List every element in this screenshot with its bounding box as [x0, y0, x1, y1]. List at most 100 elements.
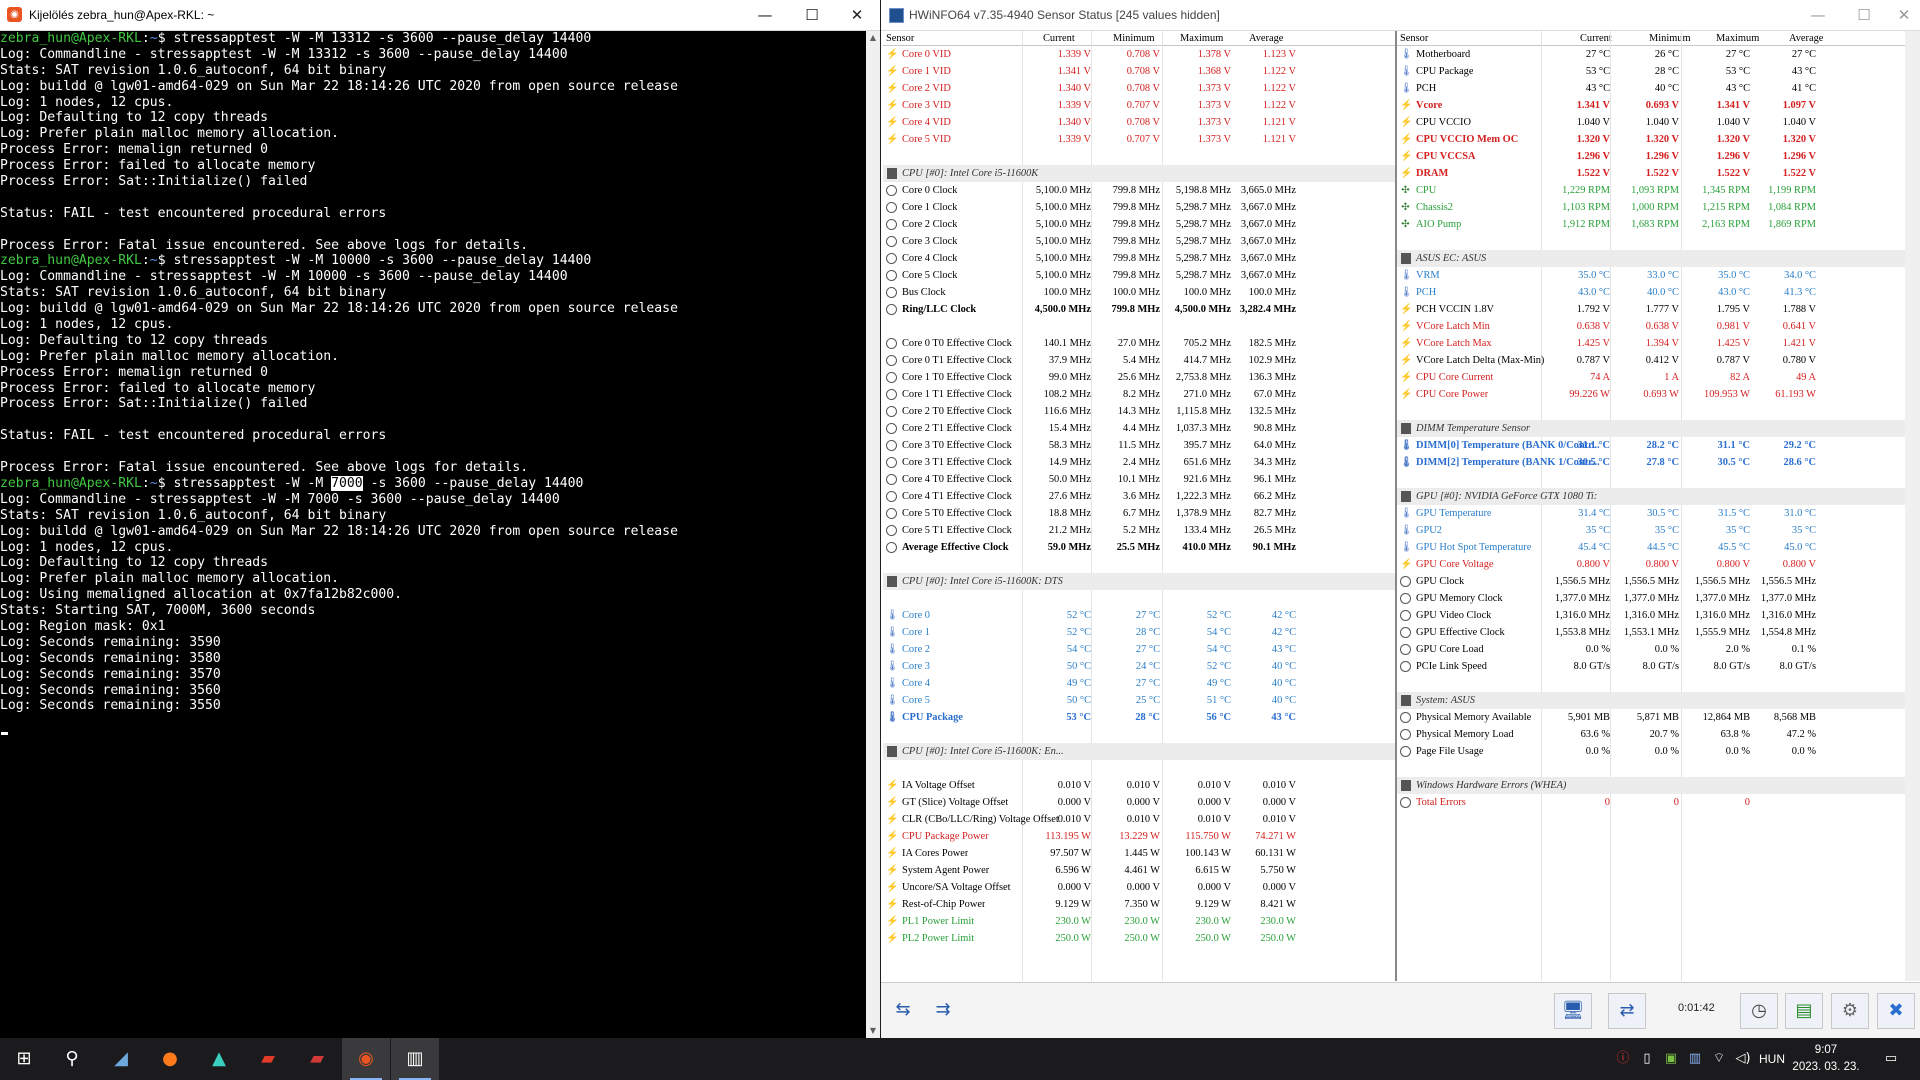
sensor-row[interactable]: Core 0 T0 Effective Clock 140.1 MHz 27.0 M… — [883, 335, 1395, 352]
sensor-row[interactable]: 🌡 Core 0 52 °C 27 °C 52 °C 42 °C — [883, 607, 1395, 624]
notification-icon[interactable]: ▭ — [1876, 1038, 1906, 1080]
sensor-row[interactable]: ⚡ VCore Latch Delta (Max-Min) 0.787 V 0.412… — [1397, 352, 1905, 369]
terminal-scrollbar[interactable]: ▲ ▼ — [866, 31, 880, 1038]
column-header-average[interactable]: Average — [1789, 33, 1823, 44]
column-header-maximum[interactable]: Maximum — [1180, 33, 1223, 44]
search-icon[interactable]: ⚲ — [48, 1038, 96, 1080]
sensor-row[interactable]: 🌡 Core 3 50 °C 24 °C 52 °C 40 °C — [883, 658, 1395, 675]
settings-gear-icon[interactable]: ⚙ — [1831, 993, 1869, 1029]
app-icon-4[interactable]: ▰ — [293, 1038, 341, 1080]
volume-icon[interactable]: ◁) — [1732, 1038, 1754, 1080]
sensor-pane-left[interactable]: Sensor Current Minimum Maximum Average ⚡ Core … — [883, 31, 1397, 981]
hwinfo-window[interactable]: HWiNFO64 v7.35-4940 Sensor Status [245 v… — [881, 0, 1920, 1039]
sensor-row[interactable]: ⚡ CPU Core Power 99.226 W 0.693 W 109.953 W6… — [1397, 386, 1905, 403]
sensor-row[interactable]: ⚡ Core 5 VID 1.339 V 0.707 V 1.373 V 1.121 V — [883, 131, 1395, 148]
sensor-row[interactable]: Core 0 Clock 5,100.0 MHz 799.8 MHz 5,198.8 … — [883, 182, 1395, 199]
column-header-maximum[interactable]: Maximum — [1716, 33, 1759, 44]
sensor-row[interactable]: ✣ AIO Pump 1,912 RPM 1,683 RPM 2,163 RPM 1,86… — [1397, 216, 1905, 233]
sensor-row[interactable]: ⚡ System Agent Power 6.596 W 4.461 W 6.615 W… — [883, 862, 1395, 879]
network-monitor-icon[interactable]: 🖥 — [1554, 993, 1592, 1029]
sensor-row[interactable]: ⚡ Vcore 1.341 V 0.693 V 1.341 V 1.097 V — [1397, 97, 1905, 114]
sensor-row[interactable]: ⚡ CPU Core Current 74 A1 A 82 A 49 A — [1397, 369, 1905, 386]
hwinfo-titlebar[interactable]: HWiNFO64 v7.35-4940 Sensor Status [245 v… — [881, 0, 1920, 31]
sensor-row[interactable]: 🌡 DIMM[2] Temperature (BANK 1/Contr... 30.… — [1397, 454, 1905, 471]
firefox-icon[interactable]: ● — [146, 1038, 194, 1080]
sensor-row[interactable]: ⚡ Core 1 VID 1.341 V 0.708 V 1.368 V 1.122 V — [883, 63, 1395, 80]
column-header-sensor[interactable]: Sensor — [1400, 33, 1428, 44]
column-header-minimum[interactable]: Minimum — [1113, 33, 1155, 44]
sensor-row[interactable]: Core 3 Clock 5,100.0 MHz 799.8 MHz 5,298.7 … — [883, 233, 1395, 250]
alert-icon[interactable]: ⓘ — [1612, 1038, 1634, 1080]
sensor-row[interactable]: Total Errors 0 0 0 — [1397, 794, 1905, 811]
sensor-row[interactable]: PCIe Link Speed 8.0 GT/s 8.0 GT/s 8.0 GT/s 8… — [1397, 658, 1905, 675]
terminal-output[interactable]: zebra_hun@Apex-RKL:~$ stressapptest -W -… — [0, 31, 866, 1038]
sensor-row[interactable]: ⚡ GPU Core Voltage 0.800 V 0.800 V 0.800 V 0.… — [1397, 556, 1905, 573]
sensor-row[interactable]: ⚡ VCore Latch Max 1.425 V 1.394 V 1.425 V 1.4… — [1397, 335, 1905, 352]
sensor-row[interactable]: Core 1 T0 Effective Clock 99.0 MHz 25.6 MH… — [883, 369, 1395, 386]
sensor-row[interactable]: ⚡ CPU Package Power 113.195 W 13.229 W 115.7… — [883, 828, 1395, 845]
sensor-row[interactable]: 🌡 Core 5 50 °C 25 °C 51 °C 40 °C — [883, 692, 1395, 709]
close-button[interactable]: ✕ — [1881, 0, 1920, 30]
sensor-row[interactable]: Core 4 T1 Effective Clock 27.6 MHz 3.6 MHz… — [883, 488, 1395, 505]
sensor-group-header[interactable]: CPU [#0]: Intel Core i5-11600K: En... — [883, 743, 1395, 760]
sensor-row[interactable]: Core 1 T1 Effective Clock 108.2 MHz 8.2 MH… — [883, 386, 1395, 403]
column-header-minimum[interactable]: Minimum — [1649, 33, 1691, 44]
sensor-row[interactable]: Average Effective Clock 59.0 MHz 25.5 MHz 4… — [883, 539, 1395, 556]
ubuntu-terminal-icon[interactable]: ◉ — [342, 1038, 390, 1080]
sensor-row[interactable]: Physical Memory Available 5,901 MB 5,871 M… — [1397, 709, 1905, 726]
sensor-row[interactable]: ⚡ PL1 Power Limit 230.0 W 230.0 W 230.0 W 230… — [883, 913, 1395, 930]
sensor-row[interactable]: GPU Core Load 0.0 % 0.0 % 2.0 % 0.1 % — [1397, 641, 1905, 658]
sensor-row[interactable]: ⚡ Core 4 VID 1.340 V 0.708 V 1.373 V 1.121 V — [883, 114, 1395, 131]
sensor-row[interactable]: Core 1 Clock 5,100.0 MHz 799.8 MHz 5,298.7 … — [883, 199, 1395, 216]
sensor-row[interactable]: 🌡 Motherboard 27 °C 26 °C 27 °C 27 °C — [1397, 46, 1905, 63]
wifi-icon[interactable]: ⌔ — [1708, 1038, 1730, 1080]
sensor-row[interactable]: Core 5 T1 Effective Clock 21.2 MHz 5.2 MHz… — [883, 522, 1395, 539]
sensor-row[interactable]: ⚡ Core 0 VID 1.339 V 0.708 V 1.378 V 1.123 V — [883, 46, 1395, 63]
sensor-row[interactable]: GPU Effective Clock 1,553.8 MHz 1,553.1 MH… — [1397, 624, 1905, 641]
log-file-icon[interactable]: ▤ — [1785, 993, 1823, 1029]
sensor-row[interactable]: 🌡 GPU Temperature 31.4 °C 30.5 °C 31.5 °C 31.… — [1397, 505, 1905, 522]
sensor-row[interactable]: GPU Clock 1,556.5 MHz 1,556.5 MHz 1,556.5 M… — [1397, 573, 1905, 590]
sensor-row[interactable]: GPU Video Clock 1,316.0 MHz 1,316.0 MHz 1,3… — [1397, 607, 1905, 624]
close-button[interactable]: ✕ — [834, 0, 880, 30]
sensor-row[interactable]: Ring/LLC Clock 4,500.0 MHz 799.8 MHz 4,500.… — [883, 301, 1395, 318]
taskbar-clock[interactable]: 9:07 2023. 03. 23. — [1790, 1042, 1862, 1076]
sensor-row[interactable]: ⚡ DRAM 1.522 V 1.522 V 1.522 V 1.522 V — [1397, 165, 1905, 182]
scroll-down-icon[interactable]: ▼ — [866, 1024, 880, 1038]
sensor-row[interactable]: ⚡ CLR (CBo/LLC/Ring) Voltage Offset 0.010 … — [883, 811, 1395, 828]
sensor-row[interactable]: ⚡ GT (Slice) Voltage Offset 0.000 V 0.000 V… — [883, 794, 1395, 811]
column-header-current[interactable]: Current — [1043, 33, 1075, 44]
sensor-row[interactable]: Core 3 T0 Effective Clock 58.3 MHz 11.5 MH… — [883, 437, 1395, 454]
sensor-row[interactable]: 🌡 Core 4 49 °C 27 °C 49 °C 40 °C — [883, 675, 1395, 692]
terminal-titlebar[interactable]: ◉ Kijelölés zebra_hun@Apex-RKL: ~ — ☐ ✕ — [0, 0, 880, 31]
sensor-row[interactable]: ✣ Chassis2 1,103 RPM 1,000 RPM 1,215 RPM 1,08… — [1397, 199, 1905, 216]
sensor-group-header[interactable]: GPU [#0]: NVIDIA GeForce GTX 1080 Ti: — [1397, 488, 1905, 505]
clock-icon[interactable]: ◷ — [1740, 993, 1778, 1029]
network-icon[interactable]: ⇄ — [1608, 993, 1646, 1029]
column-header-sensor[interactable]: Sensor — [886, 33, 914, 44]
sensor-row[interactable]: Core 2 T1 Effective Clock 15.4 MHz 4.4 MHz… — [883, 420, 1395, 437]
app-icon-1[interactable]: ◢ — [97, 1038, 145, 1080]
sensor-row[interactable]: 🌡 CPU Package 53 °C 28 °C 53 °C 43 °C — [1397, 63, 1905, 80]
sensor-row[interactable]: Core 2 Clock 5,100.0 MHz 799.8 MHz 5,298.7 … — [883, 216, 1395, 233]
sensor-row[interactable]: ⚡ Uncore/SA Voltage Offset 0.000 V 0.000 V 0… — [883, 879, 1395, 896]
sensor-row[interactable]: Core 3 T1 Effective Clock 14.9 MHz 2.4 MHz… — [883, 454, 1395, 471]
sensor-row[interactable]: ⚡ Core 3 VID 1.339 V 0.707 V 1.373 V 1.122 V — [883, 97, 1395, 114]
sensor-row[interactable]: ⚡ PCH VCCIN 1.8V 1.792 V 1.777 V 1.795 V 1.78… — [1397, 301, 1905, 318]
hwinfo-tray-icon[interactable]: ▥ — [1684, 1038, 1706, 1080]
app-icon-2[interactable]: ▲ — [195, 1038, 243, 1080]
sensor-row[interactable]: 🌡 DIMM[0] Temperature (BANK 0/Contr... 31.… — [1397, 437, 1905, 454]
sensor-row[interactable]: Page File Usage 0.0 % 0.0 % 0.0 % 0.0 % — [1397, 743, 1905, 760]
sensor-pane-right[interactable]: Sensor Current Minimum Maximum Average 🌡 Mothe… — [1397, 31, 1905, 981]
sensor-row[interactable]: ✣ CPU 1,229 RPM 1,093 RPM 1,345 RPM 1,199 RPM — [1397, 182, 1905, 199]
column-header-average[interactable]: Average — [1249, 33, 1283, 44]
sensor-group-header[interactable]: ASUS EC: ASUS — [1397, 250, 1905, 267]
sensor-row[interactable]: Physical Memory Load 63.6 % 20.7 % 63.8 % 47… — [1397, 726, 1905, 743]
usb-icon[interactable]: ▯ — [1636, 1038, 1658, 1080]
sensor-row[interactable]: ⚡ Core 2 VID 1.340 V 0.708 V 1.373 V 1.122 V — [883, 80, 1395, 97]
column-header-current[interactable]: Current — [1580, 33, 1612, 44]
sensor-row[interactable]: 🌡 Core 2 54 °C 27 °C 54 °C 43 °C — [883, 641, 1395, 658]
sensor-row[interactable]: ⚡ CPU VCCSA 1.296 V 1.296 V 1.296 V 1.296 V — [1397, 148, 1905, 165]
sensor-row[interactable]: ⚡ IA Voltage Offset 0.010 V 0.010 V 0.010 V0… — [883, 777, 1395, 794]
sensor-row[interactable]: Core 2 T0 Effective Clock 116.6 MHz 14.3 M… — [883, 403, 1395, 420]
